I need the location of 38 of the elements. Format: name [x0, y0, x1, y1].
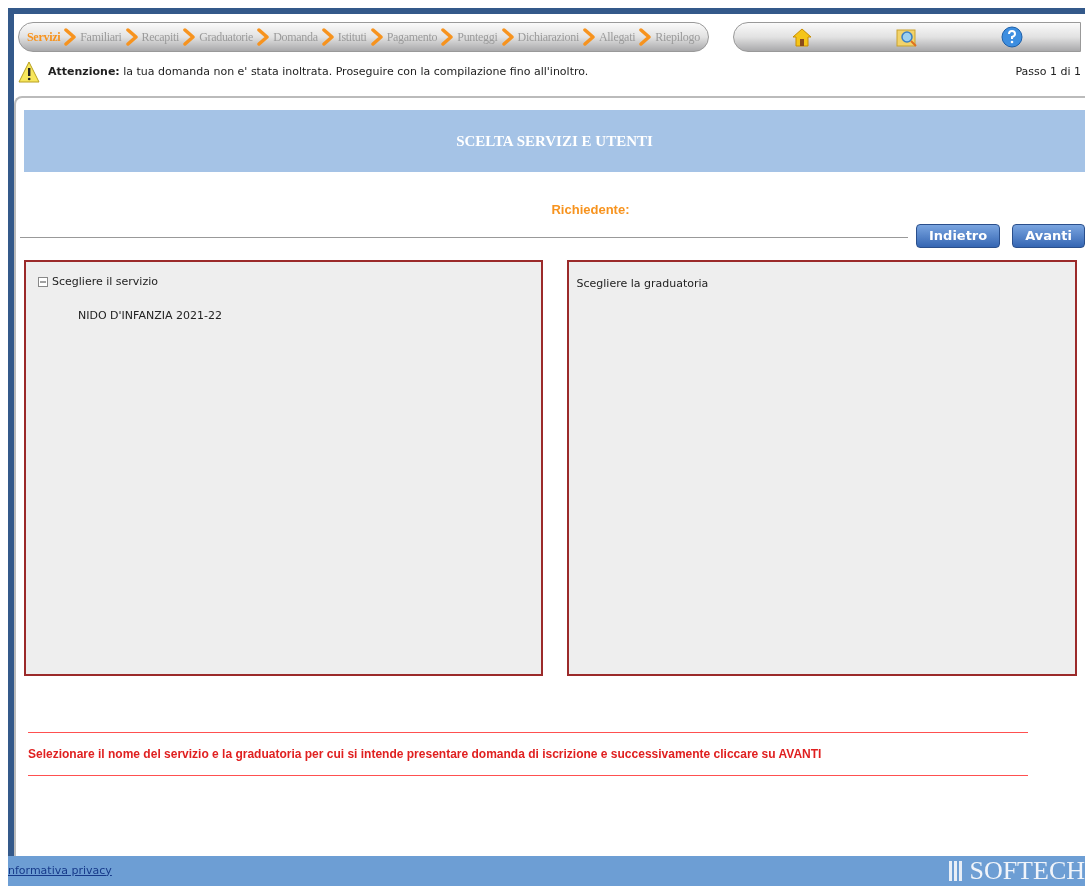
- privacy-link[interactable]: nformativa privacy: [8, 862, 112, 880]
- tree-node[interactable]: Scegliere il servizio: [52, 273, 158, 290]
- instruction-text: Selezionare il nome del servizio e la graduatoria per cui si intende presentare domanda di iscrizione e successivamente cliccare su AVANTI: [28, 745, 823, 763]
- chevron-icon: [63, 28, 78, 46]
- chevron-icon: [500, 28, 515, 46]
- panel-title: Scegliere la graduatoria: [576, 276, 709, 290]
- chevron-icon: [320, 28, 335, 46]
- chevron-icon: [124, 28, 139, 46]
- chevron-icon: [581, 28, 596, 46]
- brand-name: SOFTECH: [969, 858, 1085, 884]
- tree-item[interactable]: NIDO D'INFANZIA 2021-22: [78, 309, 222, 322]
- step-tab[interactable]: Dichiarazioni: [517, 28, 579, 46]
- chevron-icon: [369, 28, 384, 46]
- help-icon[interactable]: [1000, 26, 1023, 48]
- nav-button[interactable]: Avanti: [1012, 223, 1085, 248]
- step-tab[interactable]: Allegati: [598, 28, 636, 46]
- step-tab[interactable]: Graduatorie: [199, 28, 254, 46]
- chevron-icon: [256, 28, 271, 46]
- chevron-icon: [440, 28, 455, 46]
- step-tab[interactable]: Punteggi: [457, 28, 498, 46]
- collapse-icon[interactable]: [38, 276, 48, 287]
- home-icon[interactable]: [790, 27, 813, 47]
- requester-label: Richiedente:: [550, 201, 630, 219]
- nav-button[interactable]: Indietro: [916, 223, 1001, 248]
- chevron-icon: [182, 28, 197, 46]
- step-counter: Passo 1 di 1: [1015, 63, 1081, 80]
- warning-icon: [18, 60, 40, 84]
- warning-message: Attenzione: la tua domanda non e' stata inoltrata. Proseguire con la compilazione fino all'inoltro.: [48, 63, 590, 80]
- step-tab[interactable]: Domanda: [273, 28, 318, 46]
- step-tab[interactable]: Familiari: [80, 28, 122, 46]
- step-tab[interactable]: Recapiti: [141, 28, 180, 46]
- chevron-icon: [638, 28, 653, 46]
- folder-search-icon[interactable]: [894, 26, 919, 48]
- step-tab[interactable]: Riepilogo: [655, 28, 700, 46]
- step-tab[interactable]: Servizi: [27, 28, 61, 46]
- step-tab[interactable]: Pagamento: [386, 28, 438, 46]
- section-title: SCELTA SERVIZI E UTENTI: [456, 131, 653, 151]
- step-tab[interactable]: Istituti: [337, 28, 367, 46]
